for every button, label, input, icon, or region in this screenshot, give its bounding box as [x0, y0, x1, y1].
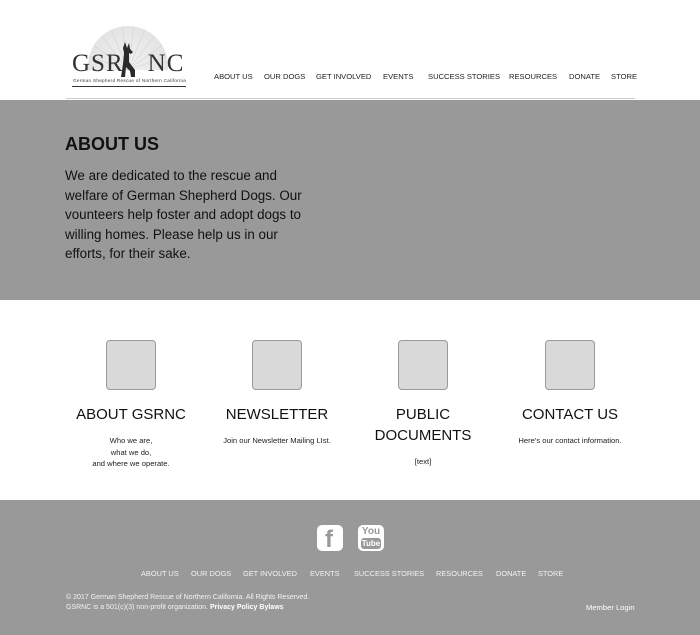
privacy-policy-link[interactable]: Privacy Policy [210, 604, 257, 611]
feature-title[interactable]: CONTACT US [480, 404, 660, 425]
footer-nav-our-dogs[interactable]: OUR DOGS [191, 569, 231, 578]
feature-contact-us[interactable]: CONTACT US Here's our contact informatio… [480, 340, 660, 447]
youtube-tube-text: Tube [361, 538, 381, 549]
contact-us-icon[interactable] [545, 340, 595, 390]
hero-title: ABOUT US [65, 134, 159, 154]
about-gsrnc-icon[interactable] [106, 340, 156, 390]
newsletter-icon[interactable] [252, 340, 302, 390]
nav-get-involved[interactable]: GET INVOLVED [316, 72, 371, 81]
nav-resources[interactable]: RESOURCES [509, 72, 557, 81]
nav-our-dogs[interactable]: OUR DOGS [264, 72, 305, 81]
youtube-icon[interactable]: You Tube [358, 525, 384, 551]
footer-nav-get-involved[interactable]: GET INVOLVED [243, 569, 297, 578]
footer-nav-success-stories[interactable]: SUCCESS STORIES [354, 569, 424, 578]
facebook-icon[interactable]: f [317, 525, 343, 553]
copyright-block: © 2017 German Shepherd Rescue of Norther… [66, 593, 309, 612]
feature-description: [text] [333, 456, 513, 468]
site-footer: f You Tube ABOUT US OUR DOGS GET INVOLVE… [0, 500, 700, 635]
nonprofit-text: GSRNC is a 501(c)(3) non-profit organiza… [66, 603, 209, 611]
nav-success-stories[interactable]: SUCCESS STORIES [428, 72, 500, 81]
footer-nav-donate[interactable]: DONATE [496, 569, 526, 578]
footer-nav-store[interactable]: STORE [538, 569, 563, 578]
hero-text: We are dedicated to the rescue and welfa… [65, 168, 302, 261]
header-divider [66, 98, 635, 99]
nav-donate[interactable]: DONATE [569, 72, 600, 81]
footer-nav-about-us[interactable]: ABOUT US [141, 569, 179, 578]
nav-about-us[interactable]: ABOUT US [214, 72, 253, 81]
main-nav: ABOUT US OUR DOGS GET INVOLVED EVENTS SU… [0, 72, 700, 86]
youtube-you-text: You [361, 526, 381, 537]
site-header: GSR NC German Shepherd Rescue of Northern… [0, 0, 700, 100]
nav-store[interactable]: STORE [611, 72, 637, 81]
feature-title[interactable]: PUBLIC DOCUMENTS [368, 404, 478, 446]
feature-desc-line: [text] [414, 457, 432, 466]
footer-nav-events[interactable]: EVENTS [310, 569, 340, 578]
feature-desc-line: Here's our contact information. [518, 436, 622, 445]
feature-desc-line: and where we operate. [92, 459, 170, 468]
about-hero: ABOUT US We are dedicated to the rescue … [0, 100, 700, 300]
bylaws-link[interactable]: Bylaws [259, 604, 283, 611]
member-login-link[interactable]: Member Login [586, 603, 635, 612]
feature-section: ABOUT GSRNC Who we are, what we do, and … [0, 300, 700, 500]
logo-underline [72, 86, 186, 87]
feature-description: Here's our contact information. [480, 435, 660, 447]
copyright-line: © 2017 German Shepherd Rescue of Norther… [66, 594, 310, 601]
nonprofit-line: GSRNC is a 501(c)(3) non-profit organiza… [66, 603, 309, 613]
feature-desc-line: what we do, [110, 447, 152, 457]
public-documents-icon[interactable] [398, 340, 448, 390]
footer-nav: ABOUT US OUR DOGS GET INVOLVED EVENTS SU… [0, 569, 700, 579]
nav-events[interactable]: EVENTS [383, 72, 413, 81]
facebook-f-glyph: f [325, 526, 333, 553]
footer-nav-resources[interactable]: RESOURCES [436, 569, 483, 578]
